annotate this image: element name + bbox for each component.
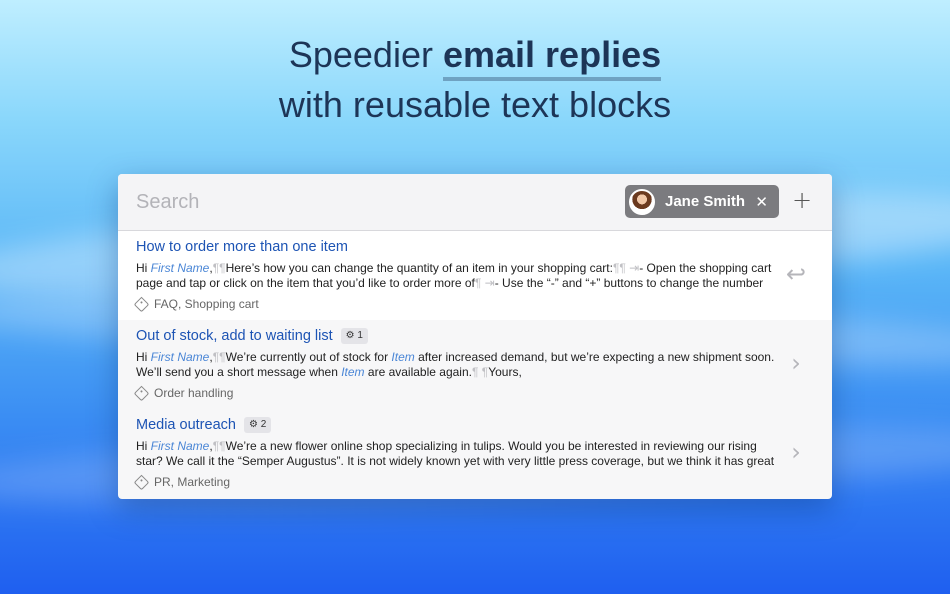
contact-token[interactable]: Jane Smith ✕ <box>625 185 779 218</box>
placeholder-variable: First Name <box>150 439 210 453</box>
contact-name: Jane Smith <box>665 193 746 210</box>
usage-badge: ⚙ 2 <box>243 417 272 433</box>
item-title: Media outreach <box>136 417 236 433</box>
close-icon[interactable]: ✕ <box>755 193 768 211</box>
snippet-panel: Jane Smith ✕ + How to order more than on… <box>118 174 832 499</box>
placeholder-variable: First Name <box>150 350 210 364</box>
item-tags: FAQ, Shopping cart <box>133 296 259 312</box>
item-title-row: Out of stock, add to waiting list ⚙ 1 <box>136 328 368 344</box>
placeholder-variable: Item <box>391 350 415 364</box>
item-title: How to order more than one item <box>136 239 348 255</box>
body-text: are available again. <box>364 365 472 379</box>
body-text: We’re a new flower online shop specializ… <box>136 439 775 468</box>
tag-list: FAQ, Shopping cart <box>154 297 259 311</box>
body-text: Hi <box>136 350 151 364</box>
body-text: Here’s how you can change the quantity o… <box>225 261 613 275</box>
body-text: Hi <box>136 261 151 275</box>
search-bar: Jane Smith ✕ + <box>118 174 832 231</box>
format-mark: ¶ ⇥ <box>474 276 495 290</box>
list-item[interactable]: Media outreach ⚙ 2 Hi First Name,¶¶We’re… <box>118 409 832 498</box>
item-body: Hi First Name,¶¶We’re a new flower onlin… <box>136 439 776 469</box>
body-text: Yours, <box>488 365 522 379</box>
headline-line-1: Speedier email replies <box>0 30 950 81</box>
placeholder-variable: Item <box>341 365 365 379</box>
chevron-right-icon[interactable]: › <box>784 437 808 467</box>
headline: Speedier email replies with reusable tex… <box>0 30 950 130</box>
body-text: We’re currently out of stock for <box>225 350 392 364</box>
item-title-row: Media outreach ⚙ 2 <box>136 417 272 433</box>
headline-prefix: Speedier <box>288 34 433 75</box>
tag-icon <box>133 474 150 490</box>
list-item[interactable]: Out of stock, add to waiting list ⚙ 1 Hi… <box>118 320 832 409</box>
item-body: Hi First Name,¶¶We’re currently out of s… <box>136 350 776 380</box>
body-text: Hi <box>136 439 151 453</box>
format-mark: ¶¶ <box>212 350 226 364</box>
item-tags: PR, Marketing <box>133 474 231 490</box>
format-mark: ¶¶ <box>212 261 226 275</box>
headline-line-2: with reusable text blocks <box>278 84 672 125</box>
add-button[interactable]: + <box>791 188 813 212</box>
tag-icon <box>133 296 150 312</box>
chevron-right-icon[interactable]: › <box>784 348 808 378</box>
placeholder-variable: First Name <box>150 261 210 275</box>
item-title: Out of stock, add to waiting list <box>136 328 333 344</box>
item-tags: Order handling <box>133 385 234 401</box>
tag-list: PR, Marketing <box>154 475 231 489</box>
item-body: Hi First Name,¶¶Here’s how you can chang… <box>136 261 776 291</box>
format-mark: ¶ ¶ <box>471 365 489 379</box>
tag-icon <box>133 385 150 401</box>
tag-list: Order handling <box>154 386 234 400</box>
search-input[interactable] <box>136 188 606 216</box>
format-mark: ¶¶ <box>212 439 226 453</box>
item-title-row: How to order more than one item <box>136 239 348 255</box>
headline-emphasis: email replies <box>442 34 662 81</box>
return-icon[interactable]: ↩ <box>784 259 808 289</box>
list-item[interactable]: How to order more than one item Hi First… <box>118 231 832 320</box>
usage-badge: ⚙ 1 <box>340 328 368 344</box>
avatar <box>629 188 655 215</box>
format-mark: ¶¶ ⇥ <box>612 261 640 275</box>
